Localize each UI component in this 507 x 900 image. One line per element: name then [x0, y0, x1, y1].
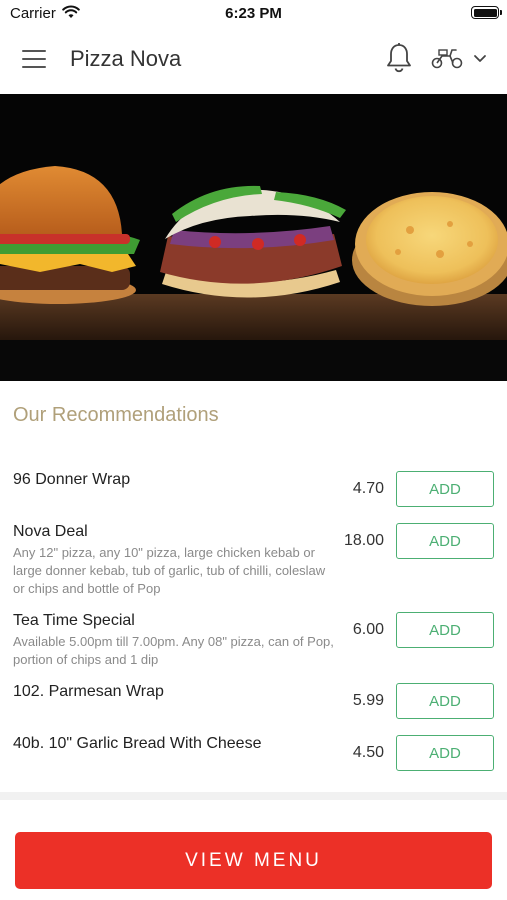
add-button[interactable]: ADD — [396, 612, 494, 648]
scooter-icon[interactable] — [430, 46, 464, 70]
item-name: 102. Parmesan Wrap — [13, 683, 164, 700]
status-bar: Carrier 6:23 PM — [0, 0, 507, 28]
app-header: Pizza Nova — [0, 28, 507, 95]
item-name: Tea Time Special — [13, 612, 135, 629]
chevron-down-icon[interactable] — [472, 52, 488, 64]
add-button[interactable]: ADD — [396, 471, 494, 507]
section-divider — [0, 792, 507, 800]
add-button[interactable]: ADD — [396, 735, 494, 771]
item-name: Nova Deal — [13, 523, 88, 540]
add-button[interactable]: ADD — [396, 523, 494, 559]
item-price: 6.00 — [352, 621, 384, 638]
add-button[interactable]: ADD — [396, 683, 494, 719]
item-name: 96 Donner Wrap — [13, 471, 131, 488]
item-price: 5.99 — [352, 692, 384, 709]
item-description: Any 12" pizza, any 10" pizza, large chic… — [13, 545, 326, 596]
recommendations-title: Our Recommendations — [13, 404, 219, 426]
clock: 6:23 PM — [225, 5, 282, 22]
menu-icon[interactable] — [22, 48, 48, 70]
bell-icon[interactable] — [385, 42, 413, 74]
app-title: Pizza Nova — [70, 46, 182, 71]
item-price: 4.70 — [352, 480, 384, 497]
item-price: 4.50 — [352, 744, 384, 761]
view-menu-button[interactable]: VIEW MENU — [15, 832, 492, 889]
item-description: Available 5.00pm till 7.00pm. Any 08" pi… — [13, 634, 334, 667]
item-name: 40b. 10" Garlic Bread With Cheese — [13, 735, 262, 752]
battery-icon — [471, 6, 502, 19]
hero-food-image — [0, 94, 507, 381]
item-price: 18.00 — [343, 532, 384, 549]
